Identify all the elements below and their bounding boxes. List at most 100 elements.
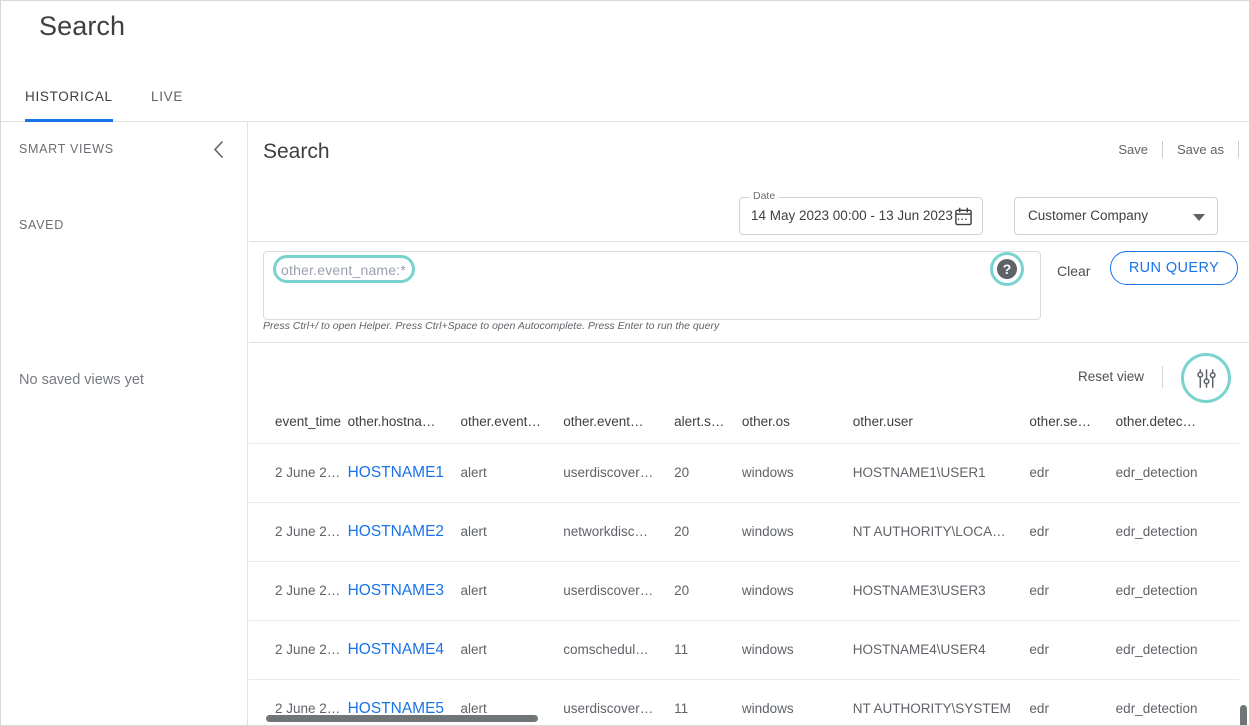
- company-select[interactable]: Customer Company: [1014, 197, 1218, 235]
- search-panel-title: Search: [263, 140, 330, 163]
- column-header-detection[interactable]: other.detec…: [1116, 409, 1239, 443]
- tab-bar: HISTORICAL LIVE: [1, 77, 1249, 122]
- cell-os: windows: [741, 619, 853, 679]
- column-header-user[interactable]: other.user: [853, 409, 1030, 443]
- cell-alert-severity: 20: [674, 560, 742, 620]
- calendar-icon[interactable]: [954, 207, 973, 226]
- clear-button[interactable]: Clear: [1057, 263, 1090, 279]
- chevron-left-icon[interactable]: [207, 138, 229, 160]
- cell-detection: edr_detection: [1115, 442, 1239, 502]
- tab-historical-label: HISTORICAL: [25, 89, 113, 104]
- save-button[interactable]: Save: [1104, 142, 1162, 157]
- cell-event-name: networkdisc…: [563, 501, 675, 561]
- cell-detection: edr_detection: [1115, 560, 1239, 620]
- save-actions: Save Save as: [1104, 141, 1239, 158]
- cell-event-type: alert: [460, 501, 564, 561]
- smart-views-sidebar: SMART VIEWS SAVED No saved views yet: [1, 122, 248, 725]
- cell-sensor: edr: [1029, 560, 1116, 620]
- cell-os: windows: [741, 501, 853, 561]
- table-row[interactable]: 2 June 202… HOSTNAME4 alert comschedul… …: [249, 619, 1239, 679]
- cell-sensor: edr: [1029, 619, 1116, 679]
- cell-hostname-link[interactable]: HOSTNAME3: [347, 560, 461, 620]
- vertical-scrollbar-thumb[interactable]: [1240, 705, 1247, 725]
- help-icon[interactable]: ?: [997, 259, 1017, 279]
- query-row: other.event_name:* ? Clear RUN QUERY Pre…: [249, 241, 1249, 332]
- divider: [1162, 366, 1163, 388]
- cell-user: HOSTNAME3\USER3: [852, 560, 1030, 620]
- table-header-row: event_time other.hostna… other.event… ot…: [249, 409, 1239, 443]
- run-query-label: RUN QUERY: [1128, 260, 1220, 276]
- query-input-text: other.event_name:*: [281, 262, 407, 278]
- tab-live-label: LIVE: [151, 89, 184, 104]
- save-as-button[interactable]: Save as: [1163, 142, 1238, 157]
- cell-detection: edr_detection: [1115, 678, 1239, 725]
- saved-heading: SAVED: [19, 218, 64, 232]
- cell-user: HOSTNAME4\USER4: [852, 619, 1030, 679]
- app-header: Search: [1, 1, 1249, 77]
- cell-hostname-link[interactable]: HOSTNAME1: [347, 442, 461, 502]
- cell-event-time: 2 June 202…: [249, 501, 348, 561]
- search-page: Search HISTORICAL LIVE SMART VIEWS SAVED…: [0, 0, 1250, 726]
- cell-event-type: alert: [460, 619, 564, 679]
- search-main-panel: Search Save Save as Date 14 May 2023 00:…: [249, 122, 1249, 725]
- table-body: 2 June 202… HOSTNAME1 alert userdiscover…: [249, 442, 1239, 725]
- cell-alert-severity: 20: [674, 442, 742, 502]
- column-header-event-name[interactable]: other.event…: [563, 409, 674, 443]
- cell-event-name: userdiscover…: [563, 442, 675, 502]
- vertical-scrollbar[interactable]: [1239, 409, 1249, 725]
- help-icon-glyph: ?: [1002, 261, 1012, 277]
- saved-empty-text: No saved views yet: [19, 372, 144, 388]
- cell-alert-severity: 20: [674, 501, 742, 561]
- table-toolbar: Reset view: [249, 342, 1249, 409]
- cell-event-time: 2 June 202…: [249, 560, 348, 620]
- cell-hostname-link[interactable]: HOSTNAME4: [347, 619, 461, 679]
- divider: [1238, 141, 1239, 158]
- page-title: Search: [39, 11, 126, 41]
- column-header-alert-severity[interactable]: alert.s…: [674, 409, 742, 443]
- cell-sensor: edr: [1029, 442, 1116, 502]
- cell-os: windows: [741, 560, 853, 620]
- cell-event-name: comschedul…: [563, 619, 675, 679]
- table-row[interactable]: 2 June 202… HOSTNAME2 alert networkdisc……: [249, 501, 1239, 561]
- cell-user: NT AUTHORITY\LOCA…: [852, 501, 1030, 561]
- smart-views-heading: SMART VIEWS: [19, 142, 114, 156]
- cell-user: NT AUTHORITY\SYSTEM: [852, 678, 1030, 725]
- column-header-sensor[interactable]: other.se…: [1029, 409, 1115, 443]
- cell-event-name: userdiscover…: [563, 560, 675, 620]
- column-header-event-time[interactable]: event_time: [249, 409, 348, 443]
- results-table-wrapper: event_time other.hostna… other.event… ot…: [249, 409, 1249, 725]
- cell-event-time: 2 June 202…: [249, 442, 348, 502]
- date-range-value: 14 May 2023 00:00 - 13 Jun 2023 ...: [751, 208, 968, 223]
- cell-sensor: edr: [1029, 678, 1116, 725]
- table-row[interactable]: 2 June 202… HOSTNAME1 alert userdiscover…: [249, 442, 1239, 502]
- horizontal-scrollbar-thumb[interactable]: [266, 715, 538, 722]
- cell-event-type: alert: [460, 442, 564, 502]
- tab-live[interactable]: LIVE: [151, 77, 183, 122]
- cell-event-type: alert: [460, 560, 564, 620]
- company-select-value: Customer Company: [1028, 208, 1149, 223]
- cell-hostname-link[interactable]: HOSTNAME2: [347, 501, 461, 561]
- cell-user: HOSTNAME1\USER1: [852, 442, 1030, 502]
- date-range-field[interactable]: Date 14 May 2023 00:00 - 13 Jun 2023 ...: [739, 190, 983, 235]
- tune-sliders-icon[interactable]: [1187, 359, 1225, 397]
- reset-view-button[interactable]: Reset view: [1078, 369, 1144, 384]
- date-field-legend: Date: [749, 190, 780, 202]
- column-header-event-type[interactable]: other.event…: [461, 409, 564, 443]
- column-header-hostname[interactable]: other.hostna…: [348, 409, 461, 443]
- cell-os: windows: [741, 678, 853, 725]
- table-row[interactable]: 2 June 202… HOSTNAME3 alert userdiscover…: [249, 560, 1239, 620]
- cell-alert-severity: 11: [674, 619, 742, 679]
- cell-event-time: 2 June 202…: [249, 619, 348, 679]
- results-table: event_time other.hostna… other.event… ot…: [249, 409, 1239, 725]
- cell-detection: edr_detection: [1115, 501, 1239, 561]
- cell-sensor: edr: [1029, 501, 1116, 561]
- query-helper-text: Press Ctrl+/ to open Helper. Press Ctrl+…: [263, 320, 720, 332]
- column-header-os[interactable]: other.os: [742, 409, 853, 443]
- tab-historical[interactable]: HISTORICAL: [25, 77, 113, 122]
- cell-os: windows: [741, 442, 853, 502]
- cell-alert-severity: 11: [674, 678, 742, 725]
- query-input[interactable]: other.event_name:*: [263, 251, 1041, 320]
- cell-event-name: userdiscover…: [563, 678, 675, 725]
- cell-detection: edr_detection: [1115, 619, 1239, 679]
- run-query-button[interactable]: RUN QUERY: [1110, 251, 1238, 285]
